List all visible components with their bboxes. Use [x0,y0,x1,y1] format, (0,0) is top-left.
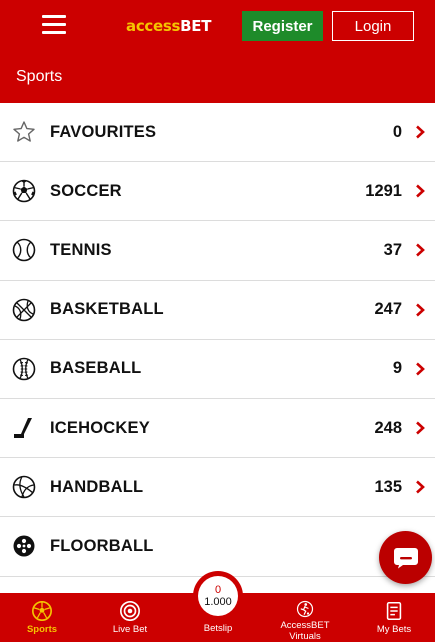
betslip-button[interactable]: 0 1.000 [193,571,243,621]
sport-count: 1291 [365,181,402,200]
sport-count: 135 [374,477,402,496]
logo-text-access: access [126,17,181,35]
chevron-right-icon [416,362,425,376]
sports-list: FAVOURITES 0 SOCCER 1291 TENNIS 37 BASKE… [0,103,435,577]
sport-label: HANDBALL [50,477,144,496]
logo-text-bet: BET [180,17,212,35]
sport-count: 0 [392,122,402,141]
accessbet-logo[interactable]: accessBET [126,17,211,35]
nav-label-line2: Virtuals [289,631,321,642]
chevron-right-icon [416,125,425,139]
sport-label: BASKETBALL [50,300,164,319]
sport-row-soccer[interactable]: SOCCER 1291 [0,162,435,222]
chat-bubble-icon [393,547,418,568]
betslip-counter: 0 1.000 [198,576,238,616]
menu-icon[interactable] [42,15,66,37]
nav-label: My Bets [376,624,412,635]
nav-virtuals[interactable]: AccessBET Virtuals [265,593,345,642]
betslip-odds: 1.000 [204,596,232,608]
top-bar: accessBET Register Login Sports [0,0,435,103]
live-target-icon [120,601,140,621]
register-button[interactable]: Register [242,11,323,41]
sport-row-handball[interactable]: HANDBALL 135 [0,458,435,518]
nav-live-bet[interactable]: Live Bet [90,593,170,642]
tennis-ball-icon [12,239,36,262]
chevron-right-icon [416,244,425,257]
sport-row-favourites[interactable]: FAVOURITES 0 [0,103,435,163]
bet-receipt-icon [386,601,402,621]
sport-count: 37 [383,240,402,259]
login-button[interactable]: Login [332,11,414,41]
sport-count: 9 [392,359,402,378]
sport-label: BASEBALL [50,359,142,378]
betslip-count: 0 [214,584,222,596]
page-title: Sports [16,68,63,85]
chat-button[interactable] [379,531,432,584]
sport-label: FLOORBALL [50,536,154,555]
sport-label: ICEHOCKEY [50,418,150,437]
sport-label: TENNIS [50,240,112,259]
star-icon [13,121,35,142]
hockey-stick-icon [14,418,32,439]
sport-row-basketball[interactable]: BASKETBALL 247 [0,281,435,340]
sport-row-icehockey[interactable]: ICEHOCKEY 248 [0,399,435,459]
chevron-right-icon [416,421,425,435]
sport-row-baseball[interactable]: BASEBALL 9 [0,340,435,399]
handball-icon [12,475,36,499]
nav-label: Live Bet [112,624,148,635]
soccer-ball-icon [12,179,36,203]
nav-label: AccessBET [280,620,330,631]
nav-label: Sports [26,624,58,635]
basketball-icon [12,298,36,321]
floorball-icon [13,535,35,557]
nav-my-bets[interactable]: My Bets [354,593,434,642]
sport-count: 248 [374,418,402,437]
betslip-label: Betslip [203,623,233,634]
chevron-right-icon [416,480,425,494]
chevron-right-icon [416,184,425,198]
sport-count: 247 [374,300,402,319]
sport-row-floorball[interactable]: FLOORBALL [0,517,435,577]
nav-sports[interactable]: Sports [2,593,82,642]
sport-row-tennis[interactable]: TENNIS 37 [0,221,435,281]
sport-label: FAVOURITES [50,122,157,141]
virtual-player-icon [296,600,314,618]
soccer-ball-icon [32,601,52,621]
chevron-right-icon [416,303,425,317]
sport-label: SOCCER [50,181,122,200]
baseball-icon [12,357,36,381]
